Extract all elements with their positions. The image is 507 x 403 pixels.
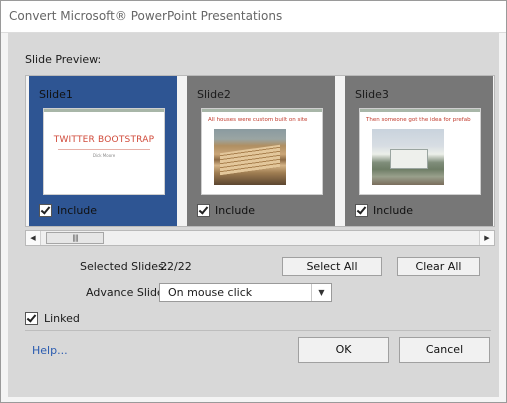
chevron-down-icon[interactable]: ▼ <box>311 284 331 301</box>
dialog-body: Slide Preview: Slide1 TWITTER BOOTSTRAP … <box>8 33 499 397</box>
ok-button[interactable]: OK <box>298 337 389 363</box>
include-checkbox[interactable] <box>197 204 210 217</box>
slide-thumbnail: All houses were custom built on site <box>201 108 323 195</box>
convert-dialog-window: Convert Microsoft® PowerPoint Presentati… <box>0 0 507 403</box>
thumbnail-subtitle: Dick Moore <box>92 153 116 158</box>
slide-title: Slide3 <box>355 88 389 101</box>
scrollbar-thumb[interactable]: |||| <box>46 232 104 244</box>
thumbnail-accent-bar <box>202 109 322 112</box>
slide-thumbnail: Then someone got the idea for prefab <box>359 108 481 195</box>
linked-label: Linked <box>44 312 80 325</box>
thumbnail-headline: All houses were custom built on site <box>208 117 308 123</box>
window-title: Convert Microsoft® PowerPoint Presentati… <box>9 9 283 23</box>
checkmark-icon <box>26 312 37 323</box>
thumbnail-accent-bar <box>360 109 480 112</box>
thumbnail-rule <box>58 149 150 150</box>
scroll-left-arrow-icon[interactable]: ◀ <box>26 231 41 245</box>
include-label: Include <box>373 204 414 217</box>
help-link[interactable]: Help... <box>32 344 68 357</box>
selected-slides-count: 22/22 <box>160 260 192 273</box>
slide-thumbnail: TWITTER BOOTSTRAP Dick Moore <box>43 108 165 195</box>
slide-title: Slide2 <box>197 88 231 101</box>
prefab-house-photo <box>372 129 444 185</box>
include-checkbox[interactable] <box>39 204 52 217</box>
slide-card-3[interactable]: Slide3 Then someone got the idea for pre… <box>345 76 493 226</box>
advance-slide-dropdown[interactable]: On mouse click ▼ <box>159 283 332 302</box>
horizontal-scrollbar[interactable]: ◀ |||| ▶ <box>25 230 495 246</box>
selected-slides-label: Selected Slides: <box>80 260 168 273</box>
thumbnail-accent-bar <box>44 109 164 112</box>
checkmark-icon <box>40 204 51 215</box>
thumbnail-heading: TWITTER BOOTSTRAP <box>53 135 155 145</box>
include-label: Include <box>215 204 256 217</box>
slide-card-1[interactable]: Slide1 TWITTER BOOTSTRAP Dick Moore Incl… <box>29 76 177 226</box>
cancel-button[interactable]: Cancel <box>399 337 490 363</box>
checkmark-icon <box>198 204 209 215</box>
title-bar: Convert Microsoft® PowerPoint Presentati… <box>1 1 506 33</box>
slide-preview-strip: Slide1 TWITTER BOOTSTRAP Dick Moore Incl… <box>25 75 495 227</box>
checkmark-icon <box>356 204 367 215</box>
lumber-photo <box>214 129 286 185</box>
include-label: Include <box>57 204 98 217</box>
include-checkbox[interactable] <box>355 204 368 217</box>
slide-title: Slide1 <box>39 88 73 101</box>
slide-card-2[interactable]: Slide2 All houses were custom built on s… <box>187 76 335 226</box>
scroll-right-arrow-icon[interactable]: ▶ <box>479 231 494 245</box>
select-all-button[interactable]: Select All <box>282 257 382 276</box>
linked-checkbox[interactable] <box>25 312 38 325</box>
slide-preview-label: Slide Preview: <box>25 53 102 66</box>
divider <box>25 330 491 331</box>
thumbnail-headline: Then someone got the idea for prefab <box>366 117 471 123</box>
advance-slide-value: On mouse click <box>168 286 253 299</box>
clear-all-button[interactable]: Clear All <box>397 257 480 276</box>
advance-slide-label: Advance Slide: <box>86 286 168 299</box>
